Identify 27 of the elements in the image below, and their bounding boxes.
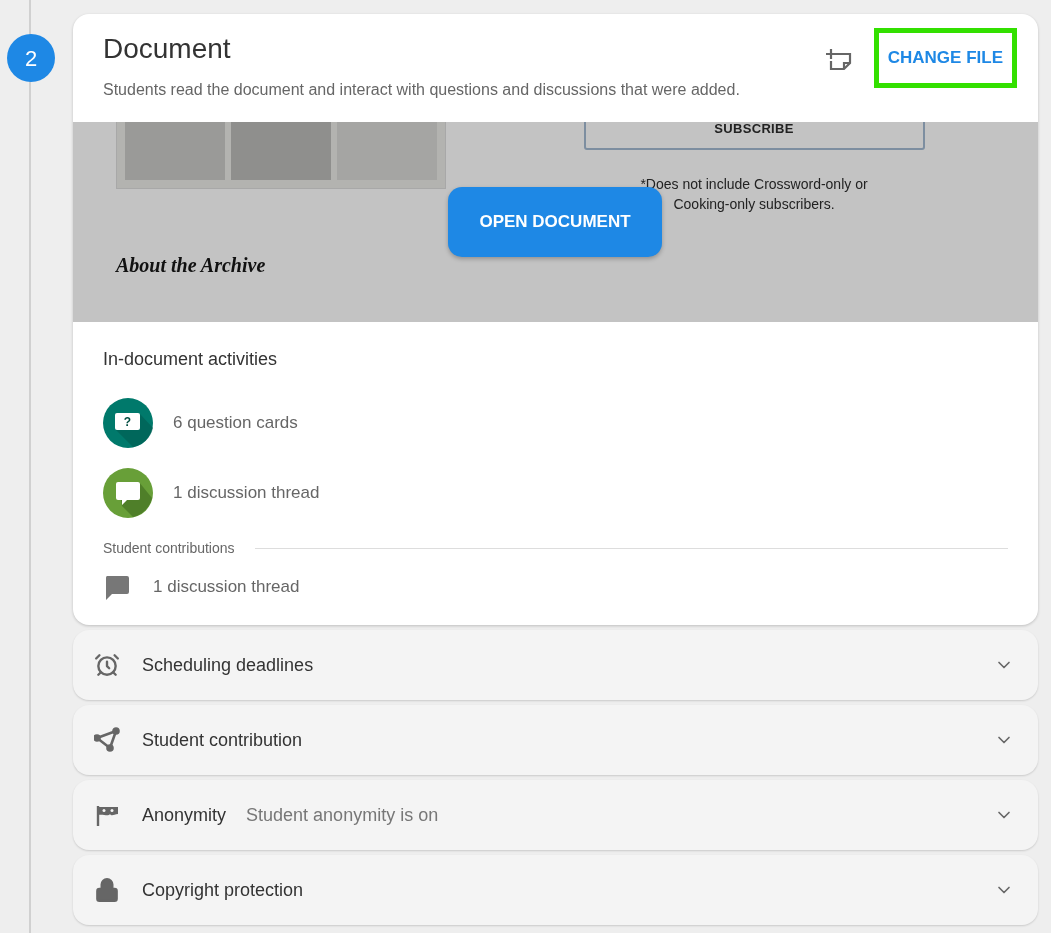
- archive-heading: About the Archive: [114, 253, 267, 278]
- share-nodes-icon: [94, 727, 120, 753]
- section-title: Scheduling deadlines: [142, 653, 314, 677]
- add-note-icon[interactable]: [825, 48, 854, 72]
- settings-section[interactable]: Student contribution: [73, 705, 1038, 775]
- card-title: Document: [103, 32, 232, 66]
- comment-icon: [103, 573, 131, 601]
- speech-bubble-icon: [103, 468, 153, 518]
- settings-section[interactable]: Copyright protection: [73, 855, 1038, 925]
- settings-section[interactable]: Scheduling deadlines: [73, 630, 1038, 700]
- contribution-label: 1 discussion thread: [153, 576, 300, 599]
- activities-heading: In-document activities: [103, 348, 279, 371]
- section-summary: Student anonymity is on: [246, 803, 439, 827]
- section-title: Copyright protection: [142, 878, 304, 902]
- change-file-button[interactable]: CHANGE FILE: [873, 28, 1017, 88]
- section-title: Anonymity: [142, 803, 227, 827]
- step-number: 2: [7, 34, 55, 82]
- lock-icon: [94, 877, 120, 903]
- section-title: Student contribution: [142, 728, 303, 752]
- settings-section[interactable]: Anonymity Student anonymity is on: [73, 780, 1038, 850]
- activity-label: 6 question cards: [173, 412, 298, 435]
- question-card-icon: ?: [103, 398, 153, 448]
- activity-label: 1 discussion thread: [173, 482, 320, 505]
- contributions-heading: Student contributions: [103, 539, 235, 558]
- card-description: Students read the document and interact with questions and discussions that were added.: [103, 80, 741, 100]
- subscribe-box: SUBSCRIBE: [583, 122, 925, 150]
- alarm-clock-icon: [94, 652, 120, 678]
